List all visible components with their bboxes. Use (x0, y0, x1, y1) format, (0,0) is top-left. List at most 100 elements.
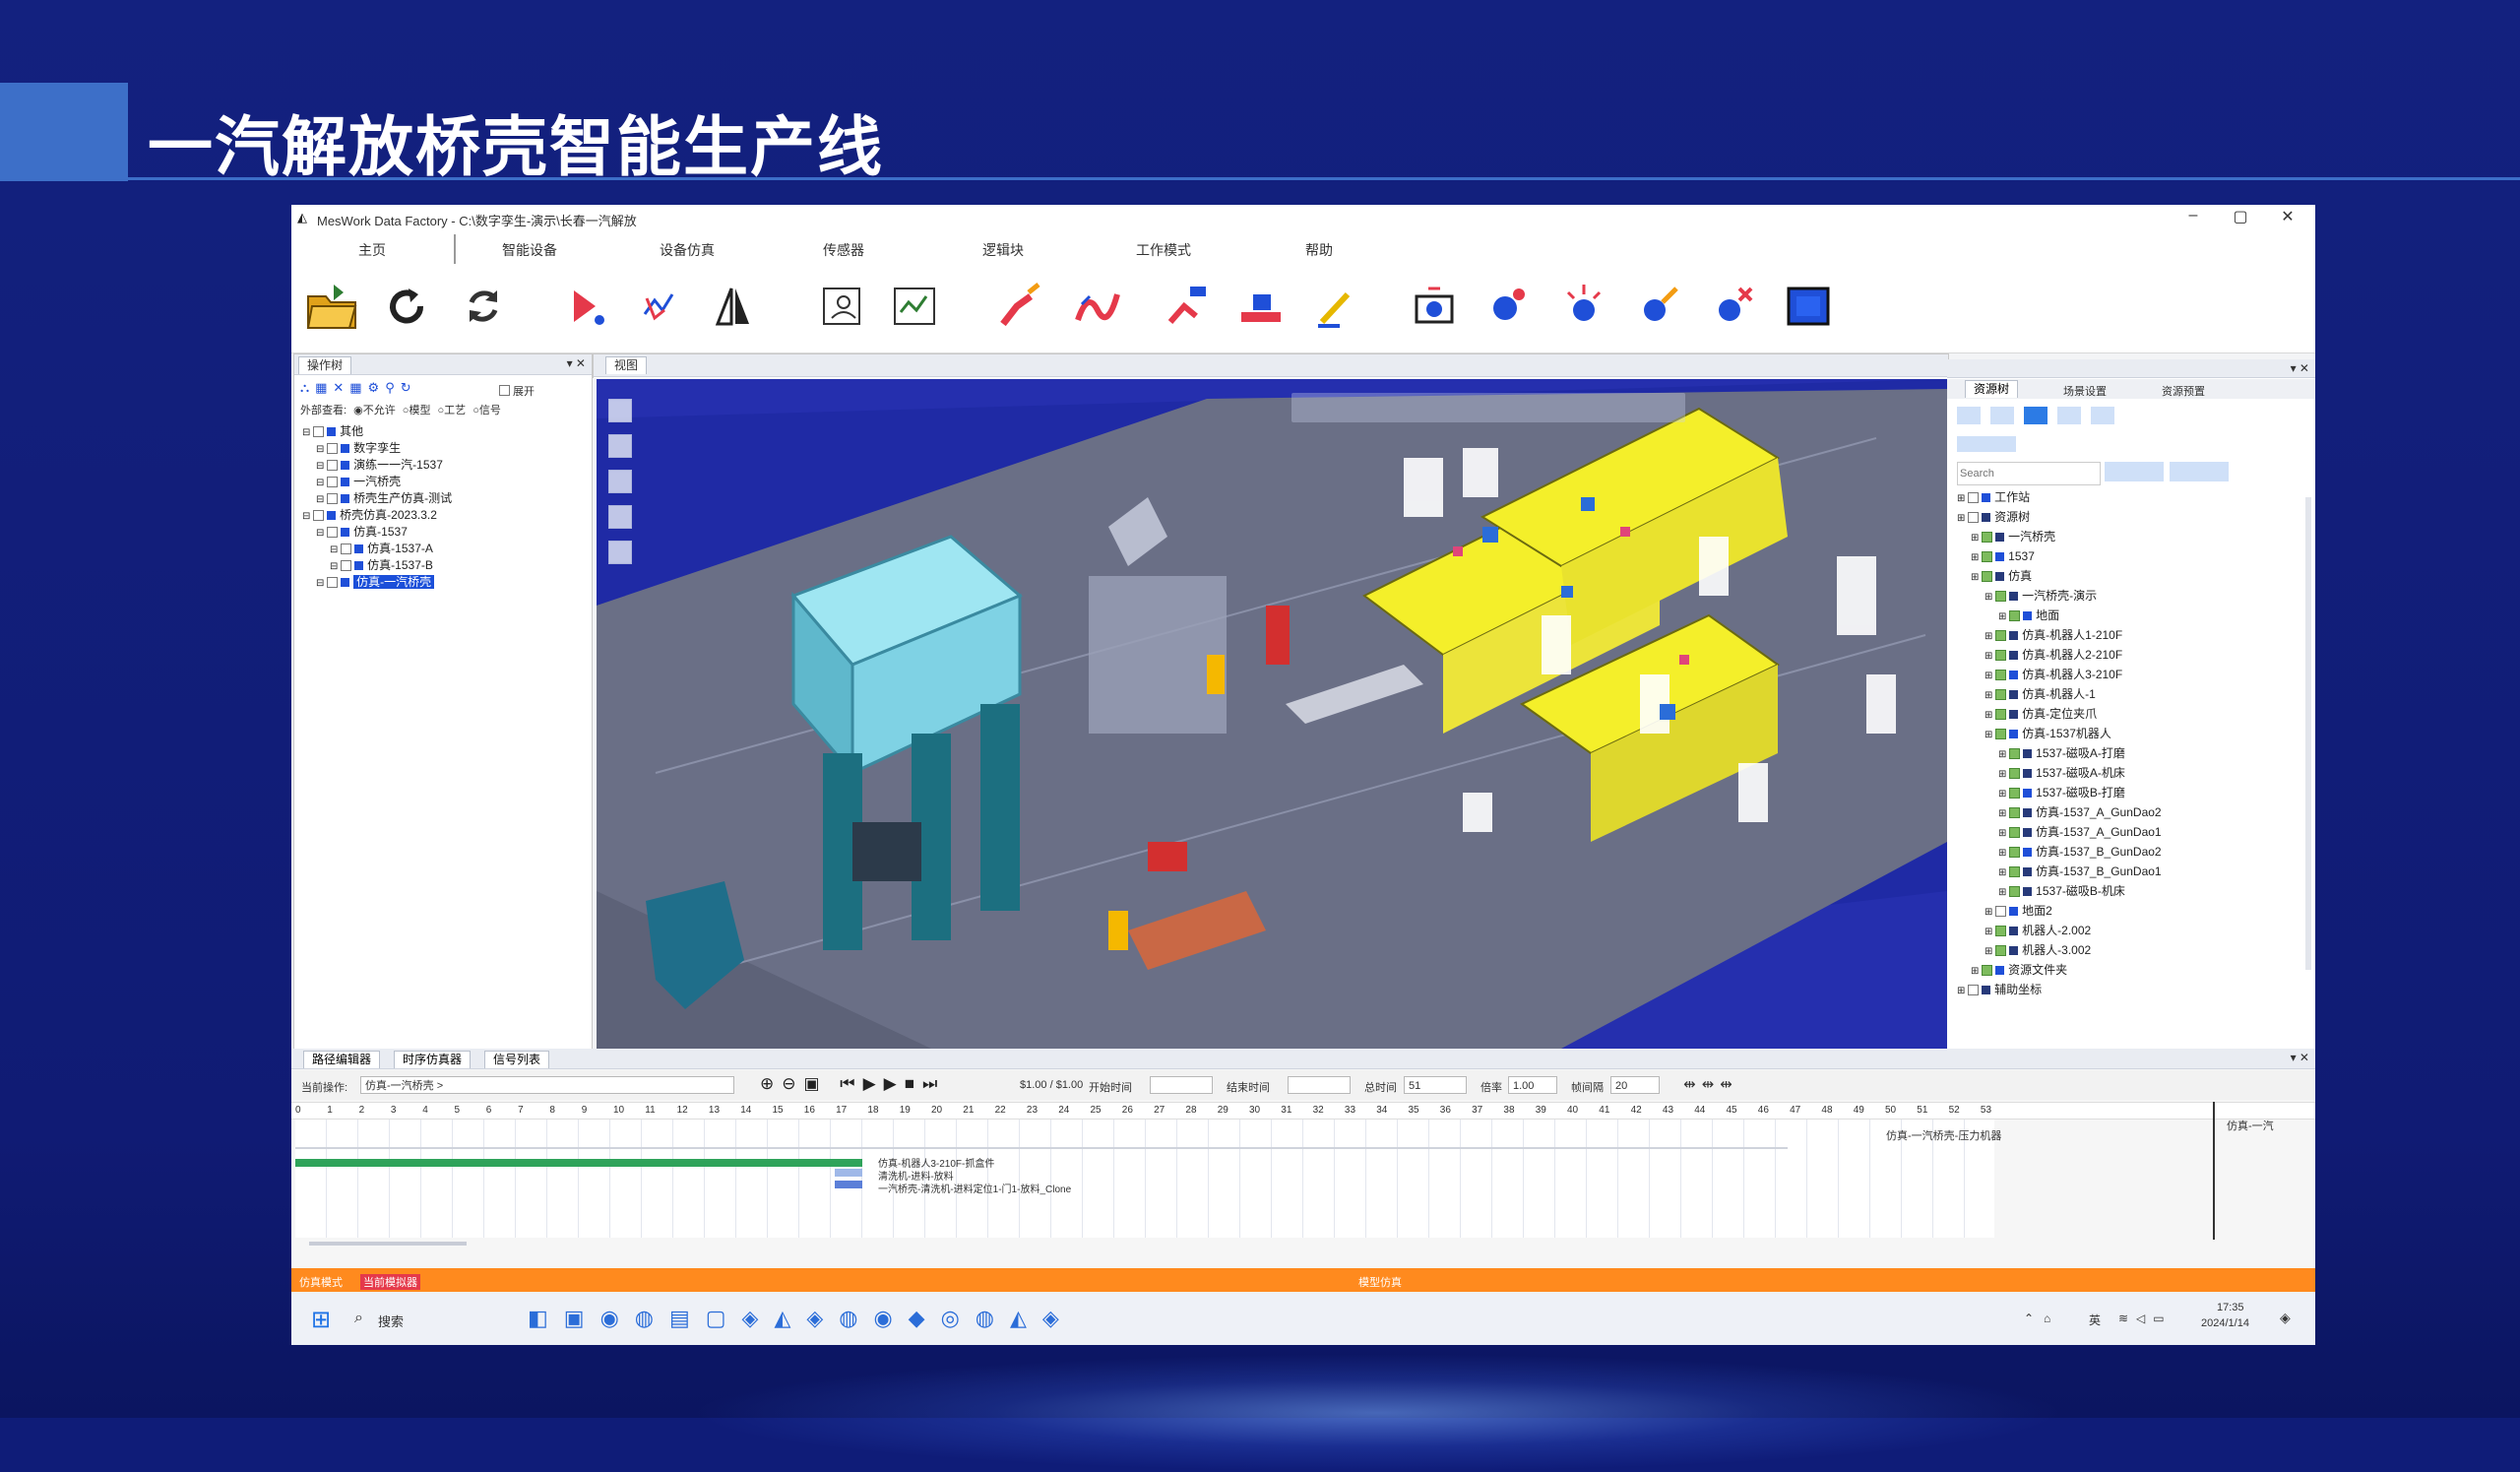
search-button[interactable] (2105, 462, 2164, 481)
robot-arm-icon[interactable] (992, 278, 1049, 335)
tab-sequence-sim[interactable]: 时序仿真器 (394, 1051, 472, 1068)
end-time-field[interactable] (1288, 1076, 1351, 1094)
expand-toggle-icon[interactable]: ⊞ (1971, 533, 1982, 544)
resource-checkbox[interactable] (1995, 670, 2007, 681)
expand-toggle-icon[interactable]: ⊞ (1984, 651, 1995, 662)
resource-checkbox[interactable] (1968, 512, 1980, 524)
resource-tree-item[interactable]: ⊞ 1537 (1971, 548, 2035, 564)
resource-checkbox[interactable] (2009, 788, 2021, 800)
search-icon[interactable]: ⌕ (354, 1310, 363, 1327)
tree-item[interactable]: ⊟ 一汽桥壳 (316, 474, 401, 489)
tree-checkbox[interactable] (313, 426, 325, 438)
resource-checkbox[interactable] (2009, 768, 2021, 780)
menu-sensor[interactable]: 传感器 (823, 240, 864, 260)
resource-tree-item[interactable]: ⊞ 1537-磁吸A-机床 (1998, 765, 2125, 781)
resource-tree-item[interactable]: ⊞ 一汽桥壳-演示 (1984, 588, 2097, 604)
start-time-field[interactable] (1150, 1076, 1213, 1094)
viewport-top-toolbar[interactable] (1292, 393, 1685, 422)
expand-toggle-icon[interactable]: ⊟ (316, 478, 327, 488)
step-field[interactable]: 20 (1610, 1076, 1660, 1094)
chart-window-icon[interactable] (886, 278, 943, 335)
tree-item[interactable]: ⊟ 演练一一汽-1537 (316, 457, 443, 473)
resource-checkbox[interactable] (1968, 985, 1980, 996)
expand-toggle-icon[interactable]: ⊞ (1998, 808, 2009, 819)
tab-scene-settings[interactable]: 场景设置 (2063, 383, 2107, 399)
resource-checkbox[interactable] (2009, 610, 2021, 622)
resource-tree-item[interactable]: ⊞ 仿真-定位夹爪 (1984, 706, 2097, 722)
track-bar-washer-feed[interactable] (835, 1169, 862, 1177)
resource-tree-item[interactable]: ⊞ 仿真 (1971, 568, 2032, 584)
tree-checkbox[interactable] (327, 443, 339, 455)
expand-toggle-icon[interactable]: ⊞ (1984, 690, 1995, 701)
resource-tree-item[interactable]: ⊞ 仿真-机器人-1 (1984, 686, 2096, 702)
expand-toggle-icon[interactable]: ⊞ (1971, 552, 1982, 563)
tree-checkbox[interactable] (313, 510, 325, 522)
menu-device-sim[interactable]: 设备仿真 (660, 240, 715, 260)
tree-checkbox[interactable] (327, 477, 339, 488)
expand-toggle-icon[interactable]: ⊞ (1984, 592, 1995, 603)
close-button[interactable]: ✕ (2268, 207, 2307, 226)
tray-language[interactable]: 英 (2089, 1312, 2101, 1328)
inspect-icon[interactable] (813, 278, 870, 335)
expand-checkbox[interactable] (499, 385, 510, 396)
tab-path-editor[interactable]: 路径编辑器 (303, 1051, 381, 1068)
resource-checkbox[interactable] (1995, 650, 2007, 662)
menu-home[interactable]: 主页 (358, 240, 386, 260)
resource-tree-item[interactable]: ⊞ 仿真-机器人1-210F (1984, 627, 2122, 643)
expand-toggle-icon[interactable]: ⊞ (1998, 828, 2009, 839)
resource-search-input[interactable] (1957, 462, 2101, 485)
undo-icon[interactable] (380, 278, 437, 335)
expand-toggle-icon[interactable]: ⊟ (316, 461, 327, 472)
maximize-button[interactable]: ▢ (2221, 207, 2260, 226)
expand-toggle-icon[interactable]: ⊞ (1998, 611, 2009, 622)
track-bar-robot3[interactable] (295, 1159, 862, 1167)
resource-tree-item[interactable]: ⊞ 仿真-1537_B_GunDao1 (1998, 864, 2162, 879)
add-resource-button[interactable] (1957, 436, 2016, 452)
resource-checkbox[interactable] (1982, 532, 1993, 544)
expand-toggle-icon[interactable]: ⊟ (316, 444, 327, 455)
path-start-icon[interactable] (557, 278, 614, 335)
resource-toolbar[interactable] (1957, 407, 2134, 426)
tree-item[interactable]: ⊟ 仿真-1537-A (330, 541, 433, 556)
resource-tree-item[interactable]: ⊞ 地面 (1998, 608, 2059, 623)
expand-toggle-icon[interactable]: ⊞ (1984, 671, 1995, 681)
resource-checkbox[interactable] (1968, 492, 1980, 504)
3d-viewport[interactable] (597, 379, 1947, 1049)
expand-toggle-icon[interactable]: ⊟ (302, 511, 313, 522)
pen-tool-icon[interactable] (1307, 278, 1364, 335)
tree-item[interactable]: ⊟ 桥壳生产仿真-测试 (316, 490, 452, 506)
menu-smart-device[interactable]: 智能设备 (502, 240, 557, 260)
signal-wave-icon[interactable] (632, 278, 689, 335)
menu-work-mode[interactable]: 工作模式 (1136, 240, 1191, 260)
expand-toggle-icon[interactable]: ⊞ (1971, 572, 1982, 583)
expand-toggle-icon[interactable]: ⊞ (1998, 848, 2009, 859)
menu-logic-block[interactable]: 逻辑块 (982, 240, 1024, 260)
resource-checkbox[interactable] (1995, 945, 2007, 957)
resource-tree-item[interactable]: ⊞ 仿真-1537_A_GunDao2 (1998, 804, 2162, 820)
expand-toggle-icon[interactable]: ⊞ (1998, 749, 2009, 760)
tree-checkbox[interactable] (327, 460, 339, 472)
resource-checkbox[interactable] (1995, 926, 2007, 937)
menu-help[interactable]: 帮助 (1305, 240, 1333, 260)
resource-checkbox[interactable] (1995, 906, 2007, 918)
tray-network-volume-icons[interactable]: ≋◁▭ (2118, 1312, 2173, 1325)
resource-tree-item[interactable]: ⊞ 资源树 (1957, 509, 2030, 525)
expand-toggle-icon[interactable]: ⊟ (316, 528, 327, 539)
operation-toolbar-icons[interactable]: ⛬▦✕▦⚙⚲↻ (300, 380, 417, 396)
resource-checkbox[interactable] (2009, 866, 2021, 878)
sensor-probe-icon[interactable] (1480, 278, 1538, 335)
tree-item[interactable]: ⊟ 仿真-1537-B (330, 557, 433, 573)
filter-button[interactable] (2170, 462, 2229, 481)
robot-path-icon[interactable] (1069, 278, 1126, 335)
tab-signal-list[interactable]: 信号列表 (484, 1051, 550, 1068)
playback-controls-icons[interactable]: ⊕⊖▣ ⏮▶▶■⏭ (760, 1074, 945, 1094)
resource-checkbox[interactable] (1982, 551, 1993, 563)
ratio-field[interactable]: 1.00 (1508, 1076, 1557, 1094)
resource-tree-item[interactable]: ⊞ 资源文件夹 (1971, 962, 2067, 978)
expand-toggle-icon[interactable]: ⊟ (316, 578, 327, 589)
resource-tree-item[interactable]: ⊞ 一汽桥壳 (1971, 529, 2055, 544)
refresh-icon[interactable] (455, 278, 512, 335)
tree-item[interactable]: ⊟ 仿真-1537 (316, 524, 408, 540)
resource-tree-item[interactable]: ⊞ 地面2 (1984, 903, 2052, 919)
tab-resource-preset[interactable]: 资源预置 (2162, 383, 2205, 399)
